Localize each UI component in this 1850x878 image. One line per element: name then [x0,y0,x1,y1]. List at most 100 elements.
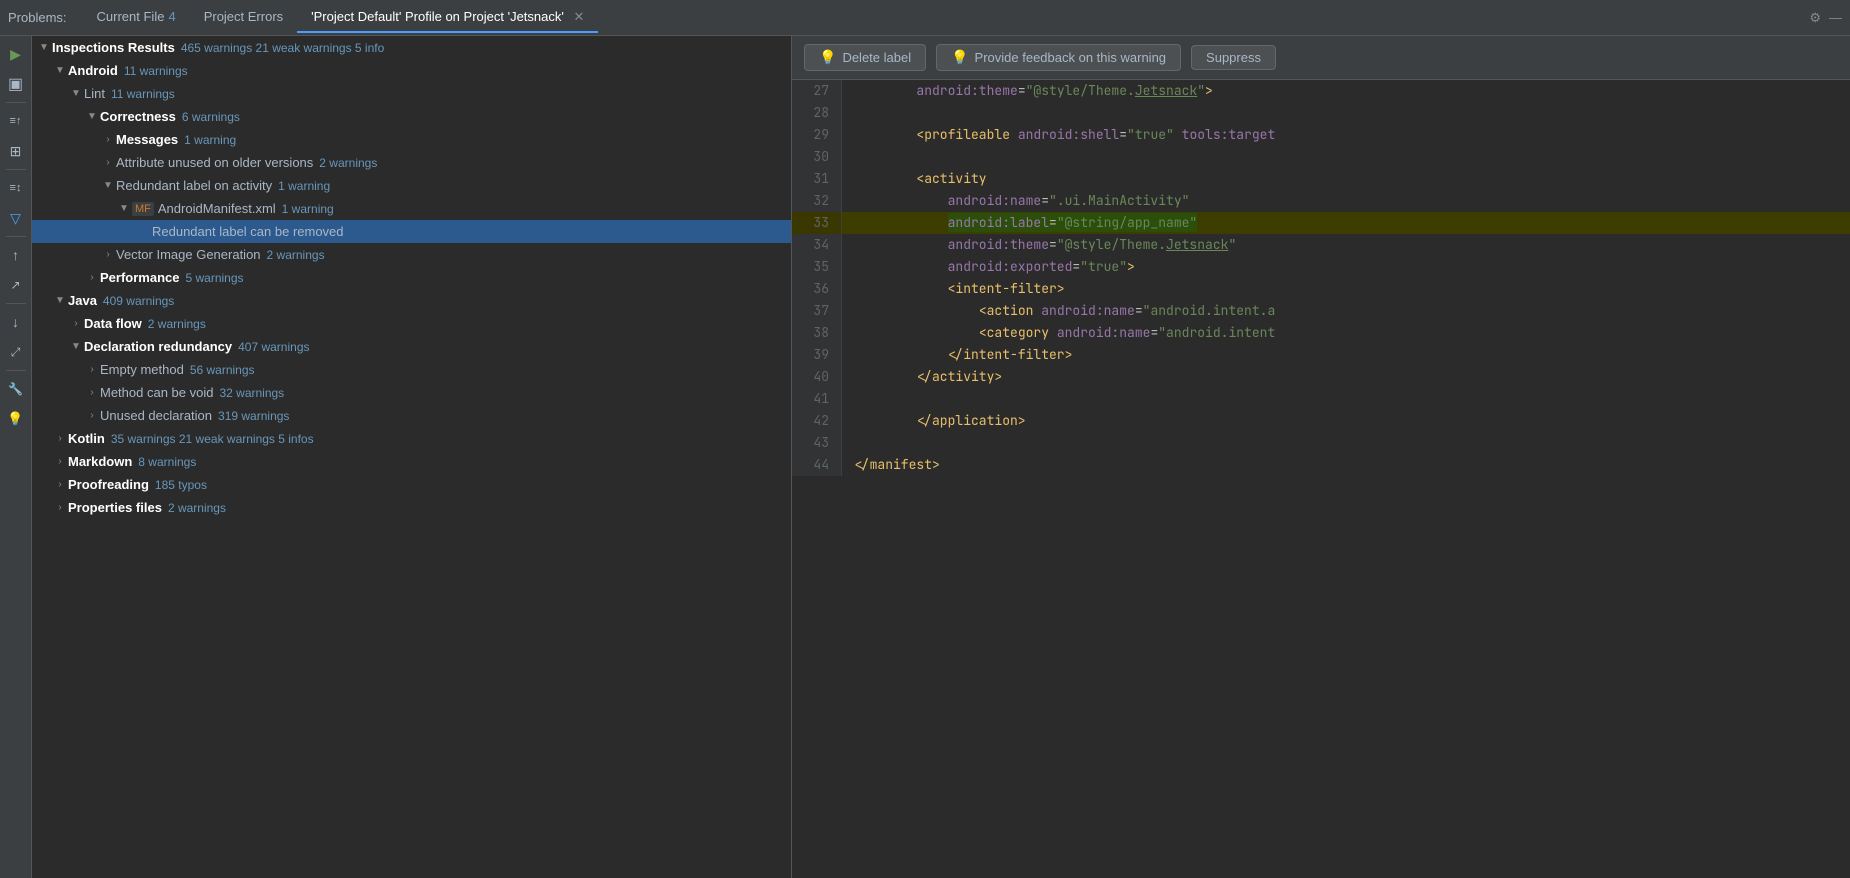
tree-redundant-label[interactable]: ▼ Redundant label on activity 1 warning [32,174,791,197]
tree-androidmanifest[interactable]: ▼ MF AndroidManifest.xml 1 warning [32,197,791,220]
tree-properties[interactable]: › Properties files 2 warnings [32,496,791,519]
export-button[interactable]: ↗ [2,271,30,299]
tab-close-icon[interactable]: ✕ [574,9,585,24]
line-num-33: 33 [792,212,842,234]
tree-dataflow-label: Data flow [84,316,142,331]
panel-button[interactable]: ▣ [2,70,30,98]
code-line-31: 31 <activity [792,168,1850,190]
line-num-44: 44 [792,454,842,476]
tree-attr-unused-label: Attribute unused on older versions [116,155,313,170]
line-num-36: 36 [792,278,842,300]
code-line-36: 36 <intent-filter> [792,278,1850,300]
sort-button[interactable]: ≡↑ [2,107,30,135]
tree-java[interactable]: ▼ Java 409 warnings [32,289,791,312]
toolbar-separator-1 [6,102,26,103]
expand-button[interactable]: ⤢ [2,338,30,366]
tree-decl-redundancy-label: Declaration redundancy [84,339,232,354]
line-content-30 [842,146,1850,168]
code-line-34: 34 android:theme="@style/Theme.Jetsnack" [792,234,1850,256]
tree-properties-count: 2 warnings [168,501,226,515]
minimize-icon[interactable]: — [1829,10,1842,26]
tree-redundant-warning-label: Redundant label can be removed [152,224,344,239]
suppress-text: Suppress [1206,50,1261,65]
tab-profile[interactable]: 'Project Default' Profile on Project 'Je… [297,3,598,33]
tree-markdown-count: 8 warnings [138,455,196,469]
tree-lint-count: 11 warnings [111,87,175,101]
tree-correctness[interactable]: ▼ Correctness 6 warnings [32,105,791,128]
line-num-39: 39 [792,344,842,366]
suppress-button[interactable]: Suppress [1191,45,1276,70]
up-button[interactable]: ↑ [2,241,30,269]
code-line-28: 28 [792,102,1850,124]
tree-empty-method[interactable]: › Empty method 56 warnings [32,358,791,381]
code-area[interactable]: 27 android:theme="@style/Theme.Jetsnack"… [792,80,1850,878]
main-container: ▶ ▣ ≡↑ ⊞ ≡↕ ▽ ↑ ↗ ↓ ⤢ 🔧 💡 ▼ Inspections … [0,36,1850,878]
run-button[interactable]: ▶ [2,40,30,68]
tree-lint-arrow: ▼ [68,88,84,99]
tree-attr-unused-arrow: › [100,157,116,168]
bulb-toolbar-button[interactable]: 💡 [2,405,30,433]
tree-messages-label: Messages [116,132,178,147]
tree-performance[interactable]: › Performance 5 warnings [32,266,791,289]
tree-attr-unused-count: 2 warnings [319,156,377,170]
tree-kotlin-arrow: › [52,433,68,444]
tree-redundant-warning[interactable]: Redundant label can be removed [32,220,791,243]
tree-redundant-label-text: Redundant label on activity [116,178,272,193]
sort2-button[interactable]: ≡↕ [2,174,30,202]
code-line-38: 38 <category android:name="android.inten… [792,322,1850,344]
tree-root[interactable]: ▼ Inspections Results 465 warnings 21 we… [32,36,791,59]
tab-current-file[interactable]: Current File4 [83,3,190,32]
feedback-button[interactable]: 💡 Provide feedback on this warning [936,44,1181,71]
tree-messages[interactable]: › Messages 1 warning [32,128,791,151]
line-content-36: <intent-filter> [842,278,1850,300]
delete-label-button[interactable]: 💡 Delete label [804,44,926,71]
toolbar-separator-2 [6,169,26,170]
tree-lint[interactable]: ▼ Lint 11 warnings [32,82,791,105]
line-num-41: 41 [792,388,842,410]
tree-vector-image-count: 2 warnings [267,248,325,262]
tree-unused-decl-arrow: › [84,410,100,421]
tree-root-count: 465 warnings 21 weak warnings 5 info [181,41,384,55]
tree-java-count: 409 warnings [103,294,174,308]
line-content-43 [842,432,1850,454]
code-line-44: 44 </manifest> [792,454,1850,476]
settings-icon[interactable]: ⚙ [1809,10,1821,26]
tree-markdown-arrow: › [52,456,68,467]
tree-kotlin[interactable]: › Kotlin 35 warnings 21 weak warnings 5 … [32,427,791,450]
code-line-32: 32 android:name=".ui.MainActivity" [792,190,1850,212]
line-content-38: <category android:name="android.intent [842,322,1850,344]
tree-attr-unused[interactable]: › Attribute unused on older versions 2 w… [32,151,791,174]
tree-performance-count: 5 warnings [185,271,243,285]
down-button[interactable]: ↓ [2,308,30,336]
tree-dataflow[interactable]: › Data flow 2 warnings [32,312,791,335]
line-num-38: 38 [792,322,842,344]
tree-vector-image[interactable]: › Vector Image Generation 2 warnings [32,243,791,266]
tab-project-errors[interactable]: Project Errors [190,3,297,32]
tools-button[interactable]: 🔧 [2,375,30,403]
tree-kotlin-count: 35 warnings 21 weak warnings 5 infos [111,432,314,446]
code-line-37: 37 <action android:name="android.intent.… [792,300,1850,322]
line-content-44: </manifest> [842,454,1850,476]
line-num-34: 34 [792,234,842,256]
tree-unused-decl[interactable]: › Unused declaration 319 warnings [32,404,791,427]
group-button[interactable]: ⊞ [2,137,30,165]
line-content-39: </intent-filter> [842,344,1850,366]
tree-method-void[interactable]: › Method can be void 32 warnings [32,381,791,404]
tree-root-arrow: ▼ [36,42,52,53]
tree-decl-redundancy[interactable]: ▼ Declaration redundancy 407 warnings [32,335,791,358]
tree-android[interactable]: ▼ Android 11 warnings [32,59,791,82]
tree-proofreading[interactable]: › Proofreading 185 typos [32,473,791,496]
tree-lint-label: Lint [84,86,105,101]
tree-method-void-arrow: › [84,387,100,398]
line-content-35: android:exported="true"> [842,256,1850,278]
tree-performance-label: Performance [100,270,179,285]
code-line-27: 27 android:theme="@style/Theme.Jetsnack"… [792,80,1850,102]
tree-markdown[interactable]: › Markdown 8 warnings [32,450,791,473]
left-toolbar: ▶ ▣ ≡↑ ⊞ ≡↕ ▽ ↑ ↗ ↓ ⤢ 🔧 💡 [0,36,32,878]
tree-panel: ▼ Inspections Results 465 warnings 21 we… [32,36,792,878]
filter-button[interactable]: ▽ [2,204,30,232]
tree-proofreading-count: 185 typos [155,478,207,492]
tree-proofreading-arrow: › [52,479,68,490]
tree-androidmanifest-arrow: ▼ [116,203,132,214]
line-num-27: 27 [792,80,842,102]
